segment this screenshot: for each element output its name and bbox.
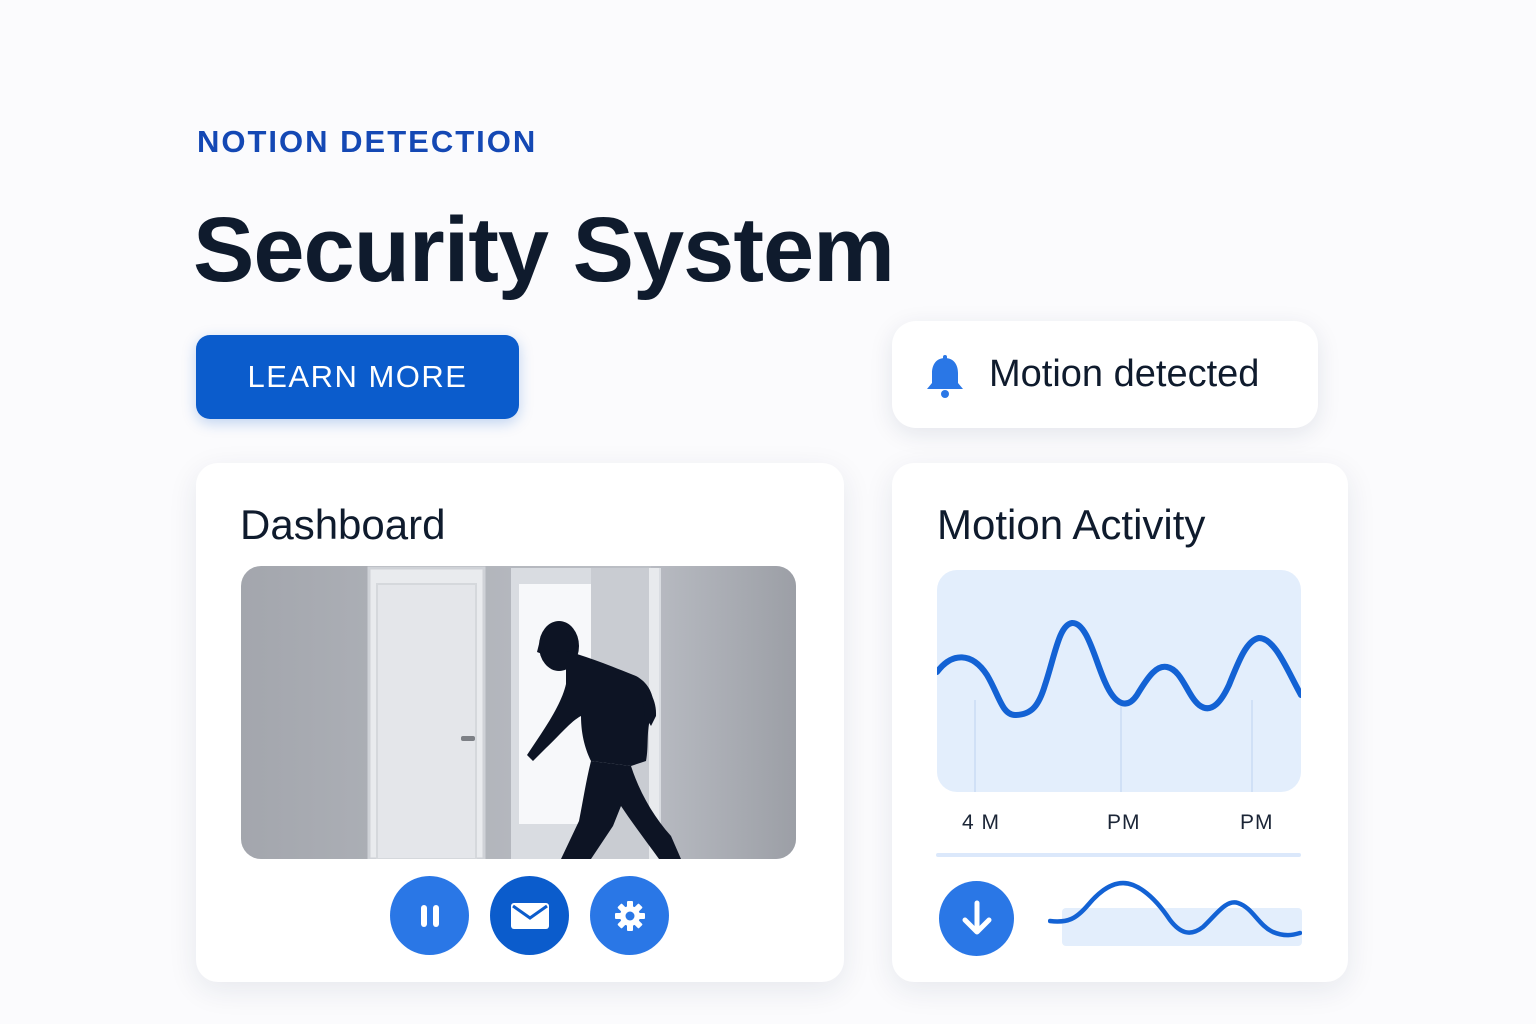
divider	[936, 853, 1301, 857]
page-title: Security System	[193, 199, 895, 301]
mail-button[interactable]	[490, 876, 569, 955]
motion-chart-graph	[937, 620, 1301, 792]
camera-feed[interactable]	[241, 566, 796, 859]
pause-button[interactable]	[390, 876, 469, 955]
chart-tick-label: PM	[1240, 811, 1274, 834]
mini-activity-chart	[1048, 880, 1302, 946]
download-icon	[962, 900, 991, 934]
bell-icon	[927, 355, 963, 398]
notification-text: Motion detected	[989, 353, 1260, 395]
settings-button[interactable]	[590, 876, 669, 955]
eyebrow-label: NOTION DETECTION	[197, 124, 538, 159]
learn-more-button[interactable]: LEARN MORE	[196, 335, 519, 419]
motion-activity-title: Motion Activity	[937, 501, 1206, 548]
camera-feed-image	[241, 566, 796, 859]
feed-controls	[390, 876, 670, 956]
chart-tick-label: 4 M	[962, 811, 1001, 834]
dashboard-card: Dashboard	[196, 463, 844, 982]
mail-icon	[510, 902, 549, 929]
chart-tick-label: PM	[1107, 811, 1141, 834]
motion-notification[interactable]: Motion detected	[892, 321, 1318, 428]
motion-activity-card: Motion Activity 4 M PM PM	[892, 463, 1348, 982]
download-button[interactable]	[939, 881, 1014, 956]
gear-icon	[614, 900, 645, 931]
pause-icon	[420, 904, 439, 927]
dashboard-title: Dashboard	[240, 501, 446, 548]
motion-chart[interactable]	[937, 570, 1301, 792]
